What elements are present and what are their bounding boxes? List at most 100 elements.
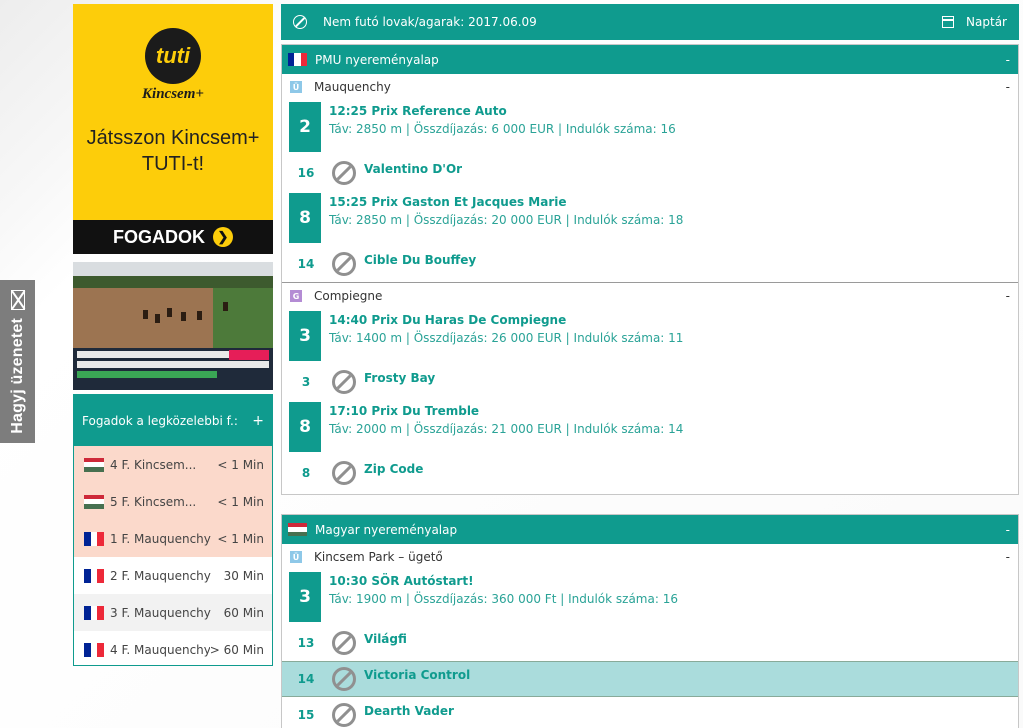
collapse-icon[interactable]: - bbox=[1006, 80, 1010, 94]
next-race-row[interactable]: 2 F. Mauquenchy 30 Min bbox=[74, 557, 272, 594]
non-runners-title: Nem futó lovak/agarak: 2017.06.09 bbox=[323, 15, 537, 29]
race-title[interactable]: 12:25 Prix Reference Auto bbox=[329, 103, 676, 119]
next-race-label: 3 F. Mauquenchy bbox=[110, 605, 211, 620]
next-race-label: 4 F. Kincsem... bbox=[110, 457, 197, 472]
race-detail: Táv: 1900 m | Összdíjazás: 360 000 Ft | … bbox=[329, 592, 678, 606]
next-races-panel: Fogadok a legközelebbi f.: + 4 F. Kincse… bbox=[73, 394, 273, 666]
race-row[interactable]: 8 17:10 Prix Du Tremble Táv: 2000 m | Ös… bbox=[282, 400, 1018, 455]
next-races-title: Fogadok a legközelebbi f.: bbox=[82, 413, 238, 428]
race-detail: Táv: 2850 m | Összdíjazás: 20 000 EUR | … bbox=[329, 213, 684, 227]
next-race-time: < 1 Min bbox=[217, 457, 264, 472]
ad-cta-label: FOGADOK bbox=[113, 226, 205, 247]
next-race-label: 2 F. Mauquenchy bbox=[110, 568, 211, 583]
runner-number: 16 bbox=[297, 166, 315, 180]
race-detail: Táv: 2850 m | Összdíjazás: 6 000 EUR | I… bbox=[329, 122, 676, 136]
non-runner-row: 3 Frosty Bay bbox=[282, 364, 1018, 400]
runner-number: 13 bbox=[297, 636, 315, 650]
collapse-icon[interactable]: - bbox=[1006, 523, 1010, 537]
race-detail: Táv: 2000 m | Összdíjazás: 21 000 EUR | … bbox=[329, 422, 684, 436]
france-flag-icon bbox=[288, 53, 307, 66]
race-title[interactable]: 15:25 Prix Gaston Et Jacques Marie bbox=[329, 194, 683, 210]
race-title[interactable]: 10:30 SÖR Autóstart! bbox=[329, 573, 678, 589]
race-info: 14:40 Prix Du Haras De Compiegne Táv: 14… bbox=[329, 311, 683, 348]
ad-headline-line1: Játsszon Kincsem+ bbox=[86, 127, 260, 149]
runner-name: Zip Code bbox=[364, 462, 424, 476]
race-number: 8 bbox=[289, 402, 321, 452]
non-runner-icon bbox=[332, 631, 356, 655]
race-row[interactable]: 3 10:30 SÖR Autóstart! Táv: 1900 m | Öss… bbox=[282, 570, 1018, 625]
runner-name: Valentino D'Or bbox=[364, 162, 463, 176]
race-row[interactable]: 3 14:40 Prix Du Haras De Compiegne Táv: … bbox=[282, 309, 1018, 364]
next-races-header[interactable]: Fogadok a legközelebbi f.: + bbox=[74, 395, 272, 446]
race-title[interactable]: 14:40 Prix Du Haras De Compiegne bbox=[329, 312, 683, 328]
next-race-time: < 1 Min bbox=[217, 494, 264, 509]
non-runner-icon bbox=[332, 703, 356, 727]
venue-header[interactable]: G Compiegne - bbox=[282, 283, 1018, 309]
video-info-row bbox=[77, 361, 269, 368]
venue-header[interactable]: Ü Kincsem Park – ügető - bbox=[282, 544, 1018, 570]
runner-name: Dearth Vader bbox=[364, 704, 454, 718]
live-video-thumbnail[interactable] bbox=[73, 262, 273, 390]
ad-cta-button[interactable]: FOGADOK ❯ bbox=[73, 220, 273, 254]
next-race-row[interactable]: 4 F. Kincsem... < 1 Min bbox=[74, 446, 272, 483]
next-race-row[interactable]: 4 F. Mauquenchy > 60 Min bbox=[74, 631, 272, 668]
feedback-tab[interactable]: Hagyj üzenetet bbox=[0, 280, 35, 443]
race-number: 8 bbox=[289, 193, 321, 243]
calendar-link[interactable]: Naptár bbox=[966, 15, 1007, 29]
race-detail: Táv: 1400 m | Összdíjazás: 26 000 EUR | … bbox=[329, 331, 684, 345]
collapse-icon[interactable]: - bbox=[1006, 289, 1010, 303]
venue-header[interactable]: Ü Mauquenchy - bbox=[282, 74, 1018, 100]
race-info: 12:25 Prix Reference Auto Táv: 2850 m | … bbox=[329, 102, 676, 139]
video-brand-badge bbox=[229, 350, 269, 360]
venue-name: Mauquenchy bbox=[314, 80, 391, 94]
next-race-time: < 1 Min bbox=[217, 531, 264, 546]
race-row[interactable]: 2 12:25 Prix Reference Auto Táv: 2850 m … bbox=[282, 100, 1018, 155]
hungary-flag-icon bbox=[288, 523, 307, 536]
next-race-row[interactable]: 3 F. Mauquenchy 60 Min bbox=[74, 594, 272, 631]
collapse-icon[interactable]: - bbox=[1006, 550, 1010, 564]
runner-number: 14 bbox=[297, 672, 315, 686]
ad-headline-line2: TUTI-t! bbox=[141, 153, 205, 175]
non-runner-row: 16 Valentino D'Or bbox=[282, 155, 1018, 191]
trotting-badge-icon: Ü bbox=[290, 81, 302, 93]
runner-name: Victoria Control bbox=[364, 668, 471, 682]
race-number: 3 bbox=[289, 572, 321, 622]
non-runners-topbar: Nem futó lovak/agarak: 2017.06.09 Naptár bbox=[281, 4, 1019, 40]
non-runner-row: 13 Világfi bbox=[282, 625, 1018, 661]
next-race-time: 60 Min bbox=[223, 605, 264, 620]
next-race-row[interactable]: 5 F. Kincsem... < 1 Min bbox=[74, 483, 272, 520]
runner-number: 15 bbox=[297, 708, 315, 722]
section-header[interactable]: Magyar nyereményalap - bbox=[282, 515, 1018, 544]
france-flag-icon bbox=[84, 642, 105, 657]
collapse-icon[interactable]: - bbox=[1006, 53, 1010, 67]
hungary-flag-icon bbox=[84, 457, 104, 472]
hungary-flag-icon bbox=[84, 494, 104, 509]
race-row[interactable]: 8 15:25 Prix Gaston Et Jacques Marie Táv… bbox=[282, 191, 1018, 246]
envelope-icon bbox=[10, 289, 25, 310]
expand-icon[interactable]: + bbox=[252, 413, 264, 429]
next-race-row[interactable]: 1 F. Mauquenchy < 1 Min bbox=[74, 520, 272, 557]
pmu-section: PMU nyereményalap - Ü Mauquenchy - 2 12:… bbox=[281, 44, 1019, 495]
race-title[interactable]: 17:10 Prix Du Tremble bbox=[329, 403, 683, 419]
magyar-section: Magyar nyereményalap - Ü Kincsem Park – … bbox=[281, 514, 1019, 728]
non-runner-row: 15 Dearth Vader bbox=[282, 697, 1018, 728]
france-flag-icon bbox=[84, 605, 105, 620]
next-race-label: 1 F. Mauquenchy bbox=[110, 531, 211, 546]
chevron-right-icon: ❯ bbox=[213, 227, 233, 247]
runner-name: Cible Du Bouffey bbox=[364, 253, 477, 267]
runner-number: 8 bbox=[301, 466, 311, 480]
non-runner-row: 14 Cible Du Bouffey bbox=[282, 246, 1018, 282]
video-horse bbox=[167, 308, 172, 317]
race-number: 3 bbox=[289, 311, 321, 361]
ad-brand: Kincsem+ bbox=[142, 86, 204, 102]
next-race-time: > 60 Min bbox=[209, 642, 264, 657]
venue-name: Kincsem Park – ügető bbox=[314, 550, 443, 564]
non-runner-icon bbox=[332, 667, 356, 691]
ad-headline: Játsszon Kincsem+ TUTI-t! bbox=[81, 125, 266, 177]
runner-name: Frosty Bay bbox=[364, 371, 436, 385]
video-horse bbox=[143, 310, 148, 319]
video-horse bbox=[223, 302, 228, 311]
ad-banner[interactable]: tuti Kincsem+ Játsszon Kincsem+ TUTI-t! … bbox=[73, 4, 273, 254]
video-info-row bbox=[77, 371, 217, 378]
section-header[interactable]: PMU nyereményalap - bbox=[282, 45, 1018, 74]
